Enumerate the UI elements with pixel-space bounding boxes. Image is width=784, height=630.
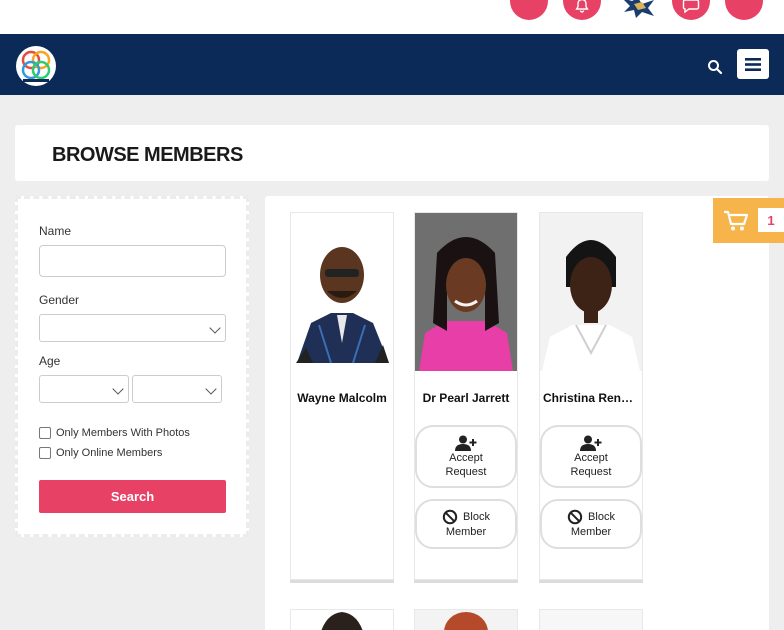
- accept-label: Accept: [574, 451, 608, 464]
- only-photos-checkbox[interactable]: [39, 427, 51, 439]
- top-bar: [0, 0, 784, 34]
- chat-icon: [682, 0, 700, 14]
- user-circle-icon[interactable]: [510, 0, 548, 20]
- member-card[interactable]: Christina Renn… Accept Request Block Mem…: [539, 212, 643, 580]
- user-plus-icon: [455, 435, 477, 451]
- block-label: Block: [588, 511, 615, 523]
- name-input[interactable]: [39, 245, 226, 277]
- search-button[interactable]: Search: [39, 480, 226, 513]
- notifications-button[interactable]: [563, 0, 601, 20]
- chevron-down-icon: [209, 322, 221, 334]
- member-photo[interactable]: [291, 213, 393, 371]
- member-name[interactable]: Wayne Malcolm: [291, 391, 393, 405]
- block-member-button[interactable]: Block Member: [415, 499, 517, 549]
- name-label: Name: [39, 224, 72, 238]
- members-panel: Wayne Malcolm Dr Pearl Jarrett Accept Re…: [265, 196, 769, 630]
- hamburger-icon: [745, 57, 761, 71]
- cart-count: 1: [758, 208, 784, 232]
- block-icon: [442, 509, 458, 525]
- gender-label: Gender: [39, 293, 80, 307]
- member-card[interactable]: [290, 609, 394, 630]
- request-label: Request: [570, 465, 612, 478]
- gender-select[interactable]: [39, 314, 226, 342]
- page-title: BROWSE MEMBERS: [52, 144, 243, 166]
- age-from-select[interactable]: [39, 375, 129, 403]
- age-label: Age: [39, 354, 61, 368]
- member-card[interactable]: [539, 609, 643, 630]
- search-icon[interactable]: [706, 58, 724, 76]
- page-heading-box: BROWSE MEMBERS: [15, 125, 769, 181]
- accept-request-button[interactable]: Accept Request: [540, 425, 642, 488]
- member-name[interactable]: Christina Renn…: [540, 391, 642, 405]
- hamburger-menu-button[interactable]: [737, 49, 769, 79]
- filter-panel: Name Gender Age Only Members With Photos…: [15, 196, 249, 537]
- only-online-checkbox-row[interactable]: Only Online Members: [39, 447, 162, 459]
- user-plus-icon: [580, 435, 602, 451]
- accept-label: Accept: [449, 451, 483, 464]
- navbar: [0, 34, 784, 95]
- member-photo[interactable]: [540, 213, 642, 371]
- site-logo[interactable]: [14, 45, 58, 87]
- member-card[interactable]: [414, 609, 518, 630]
- member-name[interactable]: Dr Pearl Jarrett: [415, 391, 517, 405]
- member-label: Member: [445, 526, 487, 538]
- only-photos-label: Only Members With Photos: [56, 427, 190, 439]
- bell-icon: [575, 0, 589, 13]
- request-label: Request: [445, 465, 487, 478]
- block-member-button[interactable]: Block Member: [540, 499, 642, 549]
- member-photo[interactable]: [415, 610, 517, 630]
- avatar[interactable]: [620, 0, 656, 20]
- member-photo[interactable]: [415, 213, 517, 371]
- only-online-label: Only Online Members: [56, 447, 163, 459]
- member-photo[interactable]: [540, 610, 642, 630]
- block-icon: [567, 509, 583, 525]
- block-label: Block: [463, 511, 490, 523]
- only-online-checkbox[interactable]: [39, 447, 51, 459]
- member-card[interactable]: Wayne Malcolm: [290, 212, 394, 580]
- cart-widget[interactable]: 1: [713, 198, 784, 243]
- accept-request-button[interactable]: Accept Request: [415, 425, 517, 488]
- only-photos-checkbox-row[interactable]: Only Members With Photos: [39, 427, 190, 439]
- member-photo[interactable]: [291, 610, 393, 630]
- chevron-down-icon: [205, 383, 217, 395]
- menu-circle-icon[interactable]: [725, 0, 763, 20]
- member-card[interactable]: Dr Pearl Jarrett Accept Request Block Me…: [414, 212, 518, 580]
- age-to-select[interactable]: [132, 375, 222, 403]
- chevron-down-icon: [112, 383, 124, 395]
- member-label: Member: [570, 526, 612, 538]
- messages-button[interactable]: [672, 0, 710, 20]
- cart-icon: [724, 210, 749, 231]
